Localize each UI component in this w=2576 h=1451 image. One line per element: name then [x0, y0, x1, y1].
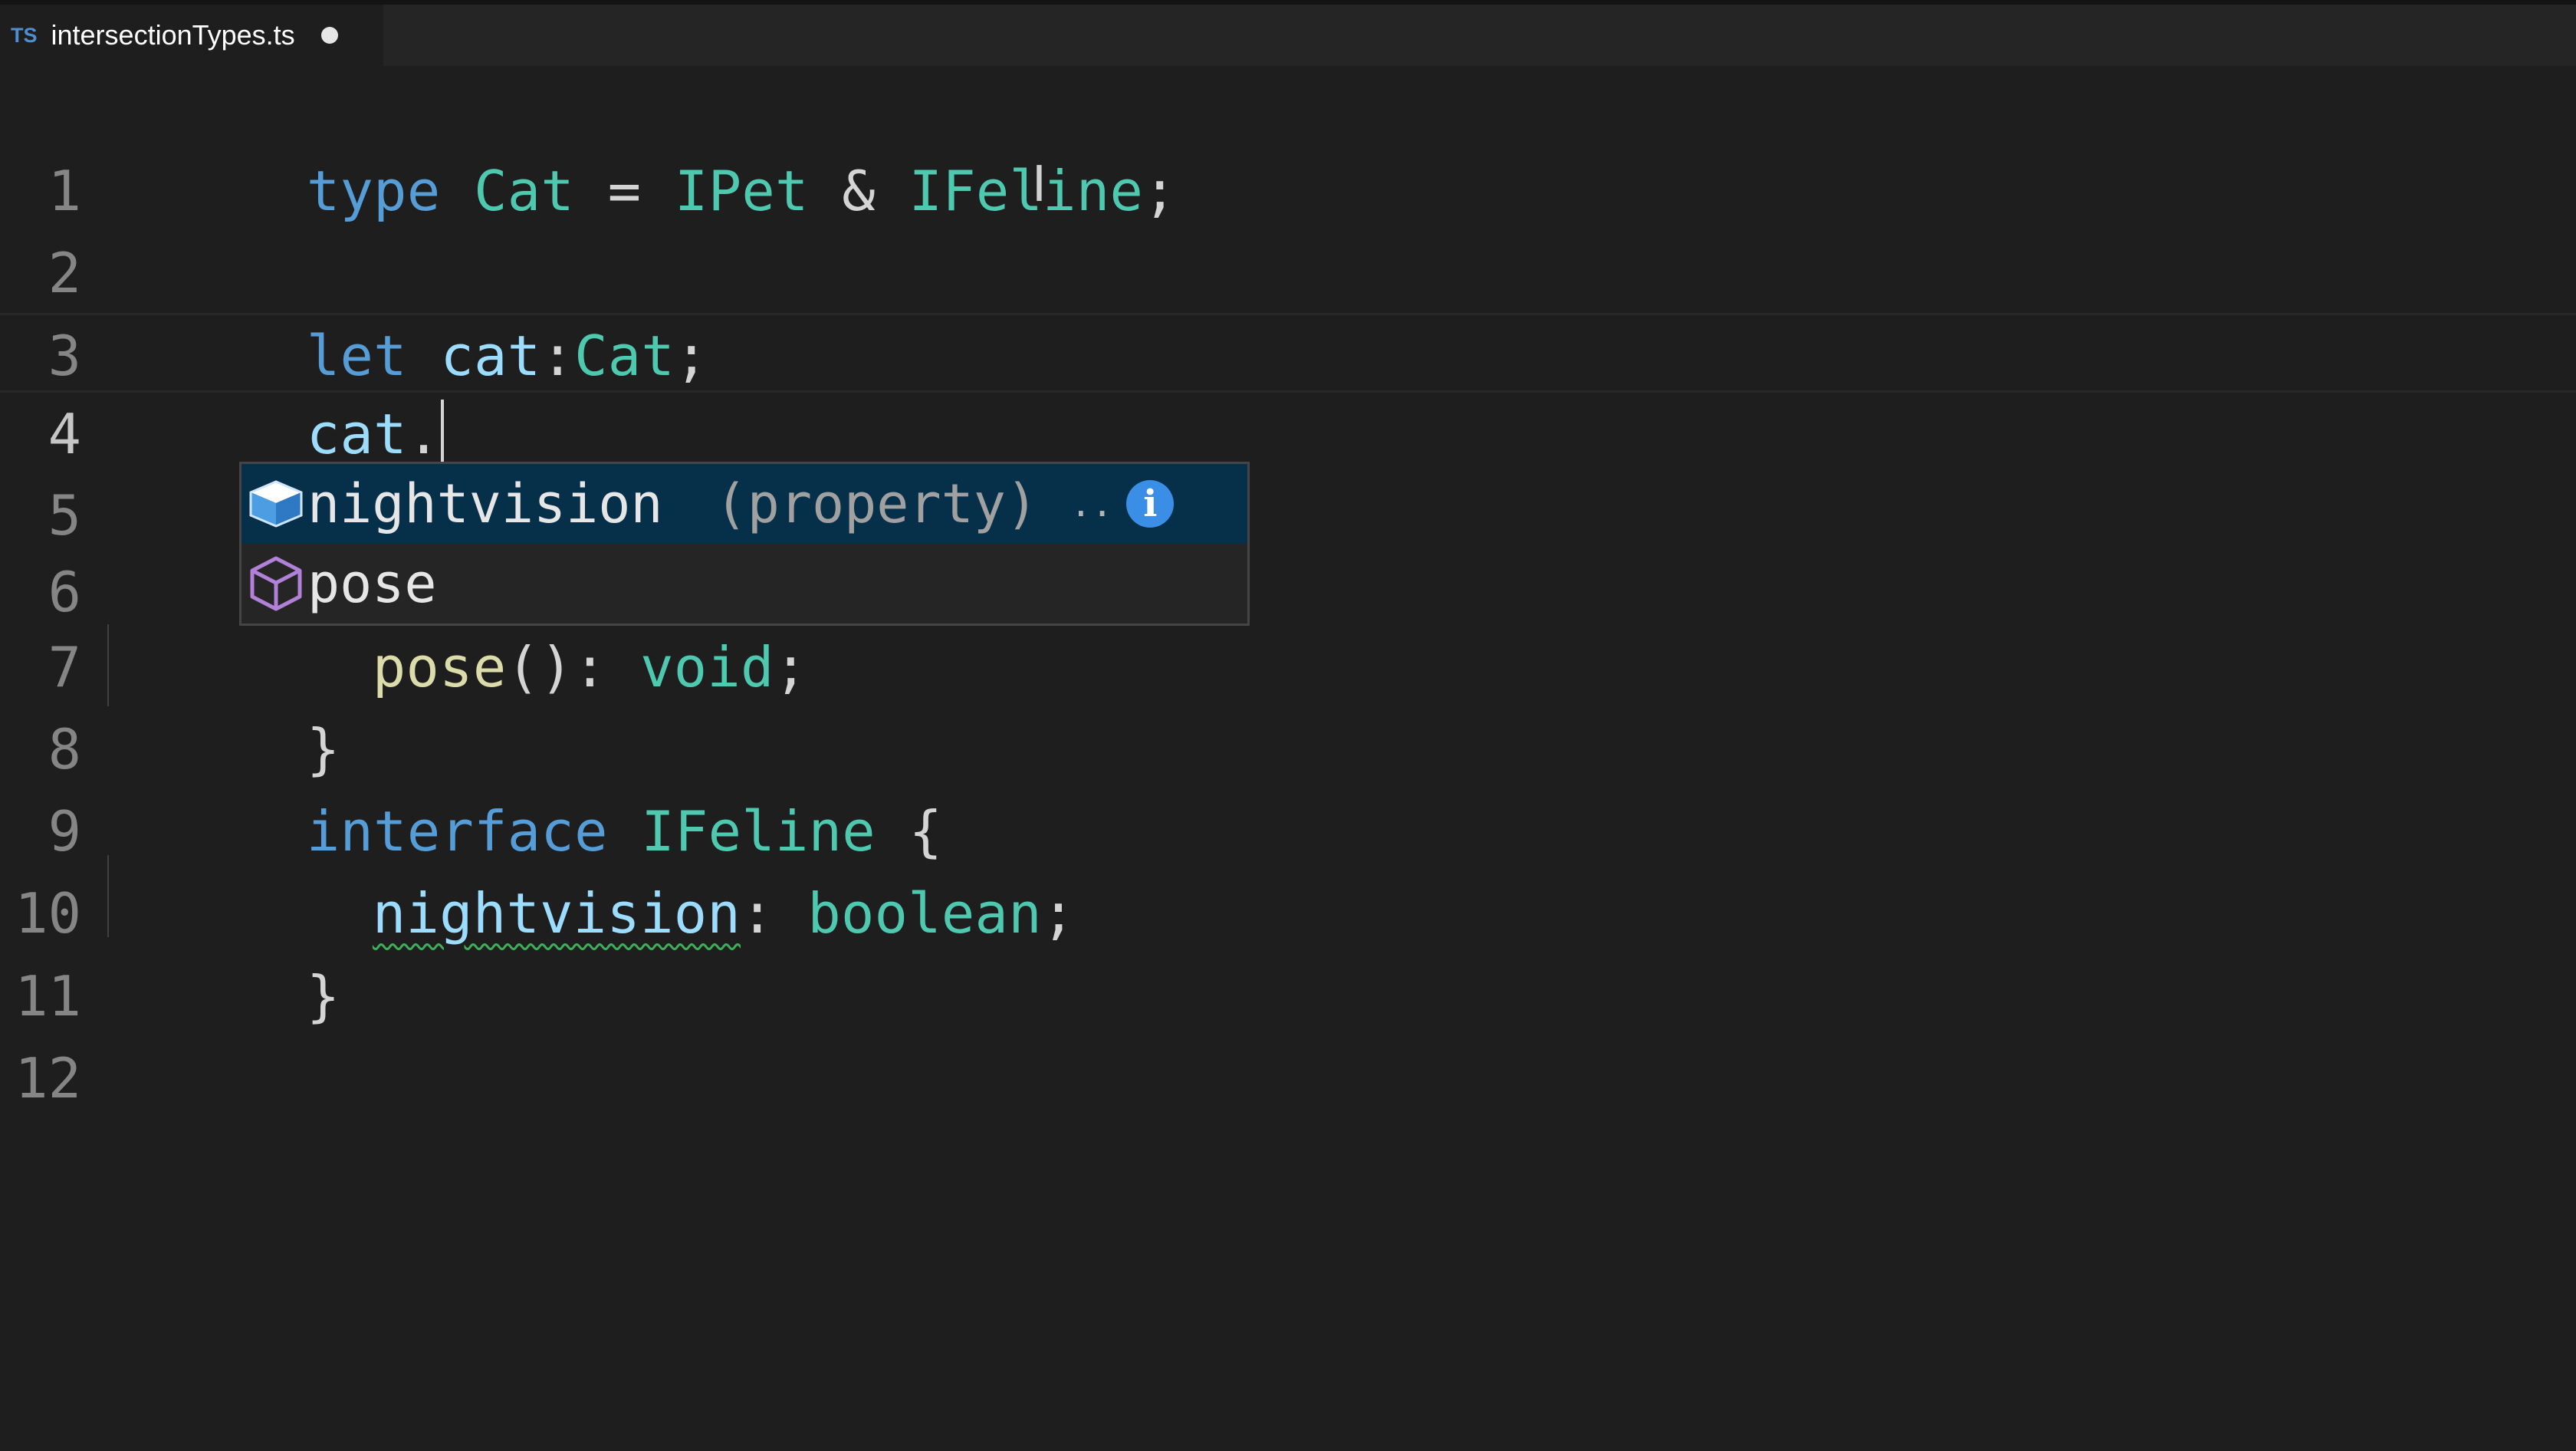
unsaved-dot-icon[interactable]	[320, 27, 338, 44]
code-line-8[interactable]: 8 }	[0, 627, 2576, 781]
suggestion-detail: (property)	[715, 472, 1039, 535]
suggestion-label: nightvision	[307, 472, 663, 535]
code-line-11[interactable]: 11 }	[0, 874, 2576, 1028]
suggestion-label: pose	[307, 552, 437, 615]
suggestion-item-nightvision[interactable]: nightvision (property) .. i	[242, 464, 1247, 544]
code-line-1[interactable]: 1 type Cat = IPet & IFeline;	[0, 68, 2576, 223]
property-icon	[245, 464, 307, 544]
editor-tab[interactable]: TS intersectionTypes.ts	[0, 5, 383, 66]
code-line-12[interactable]: 12	[0, 956, 2576, 1110]
code-line-9[interactable]: 9 interface IFeline {	[0, 709, 2576, 864]
suggestion-more: ..	[1070, 483, 1113, 525]
info-icon[interactable]: i	[1126, 480, 1175, 528]
code-line-3[interactable]: 3 let cat:Cat;	[0, 233, 2576, 388]
mouse-ibeam-icon: I	[1032, 156, 1046, 213]
code-line-10[interactable]: 10 nightvision: boolean;	[0, 791, 2576, 946]
typescript-icon: TS	[11, 23, 38, 47]
code-editor[interactable]: 1 type Cat = IPet & IFeline; 2 3 let cat…	[0, 66, 2576, 1451]
intellisense-suggestions: nightvision (property) .. i pose	[239, 462, 1250, 626]
method-icon	[245, 544, 307, 624]
tab-bar: TS intersectionTypes.ts	[0, 0, 2576, 66]
suggestion-item-pose[interactable]: pose	[242, 544, 1247, 624]
code-line-2[interactable]: 2	[0, 150, 2576, 305]
line-number: 12	[15, 1046, 81, 1110]
tab-file-name[interactable]: intersectionTypes.ts	[51, 19, 295, 51]
code-line-4[interactable]: 4 cat.	[0, 311, 2576, 466]
